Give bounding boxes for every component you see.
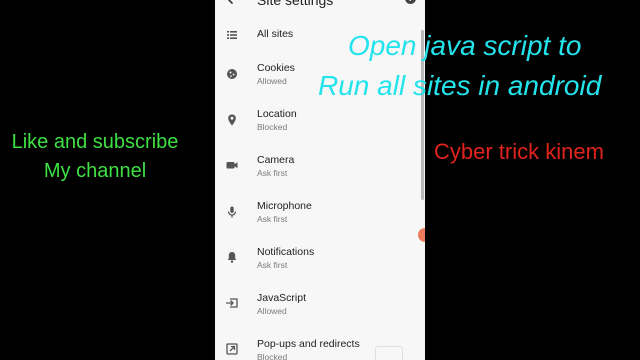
setting-title: All sites <box>257 28 294 40</box>
setting-status: Ask first <box>257 214 288 224</box>
setting-status: Blocked <box>257 122 288 132</box>
setting-title: Notifications <box>257 246 315 258</box>
video-frame: Like and subscribe My channel Cyber tric… <box>0 0 640 360</box>
list-icon <box>227 31 237 39</box>
setting-title: JavaScript <box>257 292 307 304</box>
bell-icon <box>227 252 237 263</box>
microphone-icon <box>227 206 237 218</box>
setting-status: Ask first <box>257 168 288 178</box>
setting-location[interactable]: Location Blocked <box>215 106 425 148</box>
back-arrow-icon[interactable] <box>225 0 239 6</box>
floating-bubble <box>418 228 425 242</box>
setting-status: Allowed <box>257 306 287 316</box>
setting-notifications[interactable]: Notifications Ask first <box>215 244 425 286</box>
help-icon[interactable]: ? <box>405 0 416 4</box>
location-pin-icon <box>228 114 236 126</box>
setting-camera[interactable]: Camera Ask first <box>215 152 425 194</box>
setting-title: Location <box>257 108 297 120</box>
setting-status: Allowed <box>257 76 287 86</box>
setting-title: Camera <box>257 154 295 166</box>
cookie-icon <box>227 69 237 79</box>
video-title-line2: Run all sites in android <box>318 70 602 101</box>
setting-microphone[interactable]: Microphone Ask first <box>215 198 425 240</box>
camera-icon <box>226 162 238 169</box>
setting-status: Ask first <box>257 260 288 270</box>
subscribe-caption: Like and subscribe My channel <box>0 128 190 186</box>
screen-title: Site settings <box>257 0 334 8</box>
video-title-line1: Open java script to <box>348 30 582 61</box>
popup-icon <box>226 343 238 355</box>
setting-title: Microphone <box>257 200 312 212</box>
app-bar: Site settings ? <box>215 0 425 12</box>
setting-title: Cookies <box>257 62 295 74</box>
channel-name-caption: Cyber trick kinem <box>434 139 604 164</box>
setting-title: Pop-ups and redirects <box>257 338 360 350</box>
watermark <box>375 346 403 360</box>
javascript-icon <box>225 298 238 308</box>
setting-status: Blocked <box>257 352 288 360</box>
subscribe-caption-line2: My channel <box>43 160 147 182</box>
setting-javascript[interactable]: JavaScript Allowed <box>215 290 425 332</box>
video-title-caption: Open java script to Run all sites in and… <box>318 26 601 106</box>
subscribe-caption-line1: Like and subscribe <box>11 131 179 153</box>
